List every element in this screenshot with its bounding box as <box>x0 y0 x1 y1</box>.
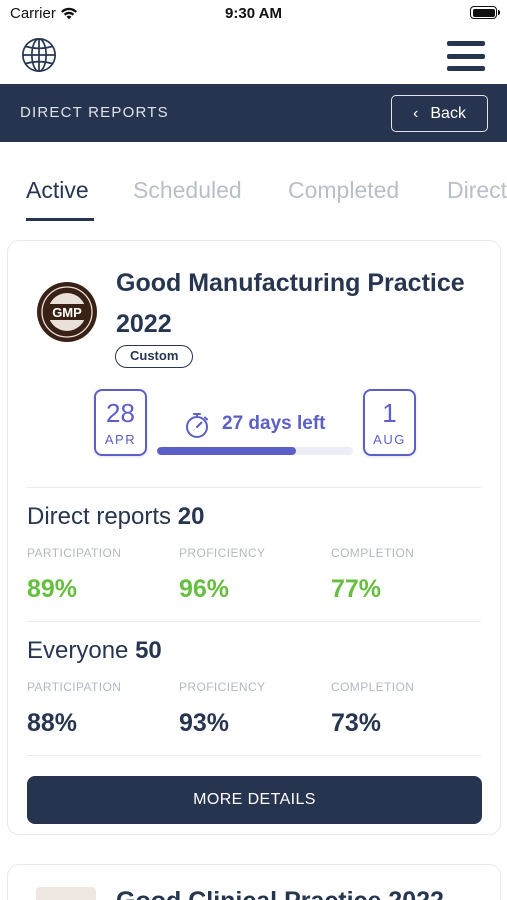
logo-text: GMP <box>52 305 82 320</box>
app-header <box>0 28 507 84</box>
course-card-next[interactable]: Good Clinical Practice 2022 <box>7 864 501 900</box>
battery-icon <box>470 6 500 19</box>
status-bar: Carrier 9:30 AM <box>0 0 507 28</box>
globe-icon[interactable] <box>20 36 58 74</box>
direct-reports-count: 20 <box>177 503 205 530</box>
participation-label: PARTICIPATION <box>27 546 122 560</box>
more-details-button[interactable]: MORE DETAILS <box>27 776 482 824</box>
back-button-label: Back <box>430 104 466 122</box>
days-left: 27 days left <box>222 413 326 434</box>
tab-completed[interactable]: Completed <box>288 177 399 204</box>
time-progress-fill <box>157 447 297 455</box>
end-date: 1 AUG <box>363 389 416 456</box>
end-month: AUG <box>373 432 406 447</box>
gmp-logo: GMP <box>37 282 97 342</box>
everyone-completion-value: 73% <box>331 709 382 737</box>
divider <box>27 755 481 756</box>
everyone-proficiency-value: 93% <box>179 709 230 737</box>
direct-participation-value: 89% <box>27 575 78 603</box>
divider <box>27 621 481 622</box>
start-date: 28 APR <box>94 389 147 456</box>
back-button[interactable]: ‹ Back <box>391 95 488 132</box>
everyone-heading: Everyone 50 <box>27 637 162 665</box>
active-tab-indicator <box>26 218 94 221</box>
course-title: Good Manufacturing Practice 2022 <box>116 269 465 338</box>
start-day: 28 <box>106 398 135 428</box>
direct-completion-value: 77% <box>331 575 382 603</box>
everyone-participation-value: 88% <box>27 709 78 737</box>
nav-bar: DIRECT REPORTS ‹ Back <box>0 84 507 142</box>
hamburger-menu-icon[interactable] <box>447 41 485 71</box>
stopwatch-icon <box>186 413 208 438</box>
tab-bar: Active Scheduled Completed Direct <box>0 142 507 227</box>
clock: 9:30 AM <box>225 5 282 22</box>
direct-reports-label: Direct reports <box>27 503 172 530</box>
direct-reports-heading: Direct reports 20 <box>27 503 204 531</box>
participation-label: PARTICIPATION <box>27 680 122 694</box>
nav-title: DIRECT REPORTS <box>20 104 169 121</box>
tab-direct[interactable]: Direct <box>447 177 507 204</box>
direct-proficiency-value: 96% <box>179 575 230 603</box>
course-title-next: Good Clinical Practice 2022 <box>116 887 444 900</box>
proficiency-label: PROFICIENCY <box>179 546 266 560</box>
completion-label: COMPLETION <box>331 680 415 694</box>
completion-label: COMPLETION <box>331 546 415 560</box>
time-progress-bar <box>157 447 353 455</box>
tab-active[interactable]: Active <box>26 177 89 204</box>
everyone-count: 50 <box>135 637 162 664</box>
everyone-label: Everyone <box>27 637 129 664</box>
divider <box>27 487 481 488</box>
start-month: APR <box>104 432 137 447</box>
course-thumbnail <box>36 887 96 900</box>
course-card: GMP Good Manufacturing Practice 2022 Cus… <box>7 240 501 835</box>
custom-badge: Custom <box>115 345 194 368</box>
tab-scheduled[interactable]: Scheduled <box>133 177 242 204</box>
chevron-left-icon: ‹ <box>413 104 419 122</box>
end-day: 1 <box>382 398 397 428</box>
proficiency-label: PROFICIENCY <box>179 680 266 694</box>
